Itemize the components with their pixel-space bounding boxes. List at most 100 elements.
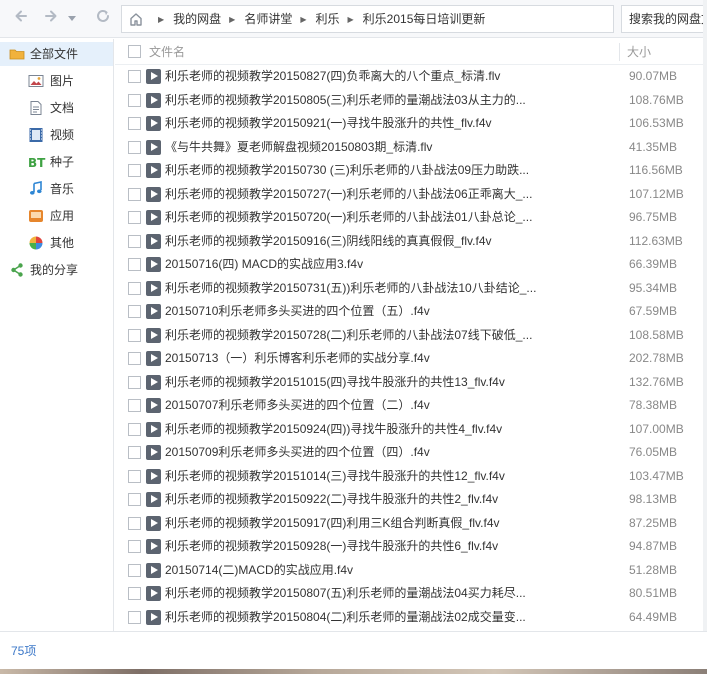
- file-row[interactable]: 利乐老师的视频教学20150731(五))利乐老师的八卦战法10八卦结论_...…: [115, 277, 707, 301]
- file-name[interactable]: 利乐老师的视频教学20150805(三)利乐老师的量潮战法03从主力的...: [165, 89, 545, 112]
- file-row[interactable]: 20150713（一）利乐博客利乐老师的实战分享.f4v 202.78MB: [115, 347, 707, 371]
- file-name[interactable]: 利乐老师的视频教学20150924(四))寻找牛股涨升的共性4_flv.f4v: [165, 418, 545, 441]
- sidebar-item-other[interactable]: 其他: [0, 231, 113, 255]
- sidebar-item-torrents[interactable]: BT 种子: [0, 150, 113, 174]
- row-checkbox[interactable]: [128, 516, 141, 530]
- file-name[interactable]: 20150710利乐老师多头买进的四个位置（五）.f4v: [165, 300, 545, 323]
- file-row[interactable]: 利乐老师的视频教学20150917(四)利用三K组合判断真假_flv.f4v 87…: [115, 512, 707, 536]
- row-checkbox[interactable]: [128, 375, 141, 389]
- sidebar-item-apps[interactable]: 应用: [0, 204, 113, 228]
- row-checkbox[interactable]: [128, 493, 141, 506]
- row-checkbox[interactable]: [128, 446, 141, 459]
- row-checkbox[interactable]: [128, 164, 141, 177]
- file-name[interactable]: 利乐老师的视频教学20150720(一)利乐老师的八卦战法01八卦总论_...: [165, 206, 545, 229]
- file-row[interactable]: 利乐老师的视频教学20150720(一)利乐老师的八卦战法01八卦总论_... 9…: [115, 206, 707, 230]
- file-row[interactable]: 20150707利乐老师多头买进的四个位置（二）.f4v 78.38MB: [115, 394, 707, 418]
- file-row[interactable]: 20150716(四) MACD的实战应用3.f4v 66.39MB: [115, 253, 707, 277]
- file-name[interactable]: 利乐老师的视频教学20150728(二)利乐老师的八卦战法07线下破低_...: [165, 324, 545, 347]
- sidebar-item-images[interactable]: 图片: [0, 69, 113, 93]
- video-file-icon: [146, 257, 161, 272]
- row-checkbox[interactable]: [128, 587, 141, 600]
- row-checkbox[interactable]: [128, 305, 141, 318]
- file-row[interactable]: 利乐老师的视频教学20150921(一)寻找牛股涨升的共性_flv.f4v 106…: [115, 112, 707, 136]
- file-row[interactable]: 利乐老师的视频教学20150728(二)利乐老师的八卦战法07线下破低_... 1…: [115, 324, 707, 348]
- row-checkbox[interactable]: [128, 563, 141, 577]
- vertical-scrollbar[interactable]: [703, 0, 707, 631]
- file-row[interactable]: 利乐老师的视频教学20150928(一)寻找牛股涨升的共性6_flv.f4v 94…: [115, 535, 707, 559]
- row-checkbox[interactable]: [128, 422, 141, 436]
- select-all-checkbox[interactable]: [128, 45, 141, 58]
- row-checkbox[interactable]: [128, 211, 141, 224]
- file-row[interactable]: 20150709利乐老师多头买进的四个位置（四）.f4v 76.05MB: [115, 441, 707, 465]
- file-name[interactable]: 利乐老师的视频教学20150928(一)寻找牛股涨升的共性6_flv.f4v: [165, 535, 545, 558]
- breadcrumb-item[interactable]: 我的网盘: [173, 12, 221, 26]
- sidebar-item-my-share[interactable]: 我的分享: [0, 258, 113, 282]
- file-name[interactable]: 20150716(四) MACD的实战应用3.f4v: [165, 253, 545, 276]
- file-name[interactable]: 利乐老师的视频教学20150917(四)利用三K组合判断真假_flv.f4v: [165, 512, 545, 535]
- breadcrumb-item[interactable]: 利乐: [316, 12, 340, 26]
- file-row[interactable]: 利乐老师的视频教学20150922(二)寻找牛股涨升的共性2_flv.f4v 98…: [115, 488, 707, 512]
- row-checkbox[interactable]: [128, 140, 141, 154]
- file-name[interactable]: 利乐老师的视频教学20151015(四)寻找牛股涨升的共性13_flv.f4v: [165, 371, 545, 394]
- file-row[interactable]: 利乐老师的视频教学20150827(四)负乖离大的八个重点_标清.flv 90.0…: [115, 65, 707, 89]
- file-name[interactable]: 利乐老师的视频教学20150807(五)利乐老师的量潮战法04买力耗尽...: [165, 582, 545, 605]
- file-name[interactable]: 20150709利乐老师多头买进的四个位置（四）.f4v: [165, 441, 545, 464]
- file-name[interactable]: 利乐老师的视频教学20150921(一)寻找牛股涨升的共性_flv.f4v: [165, 112, 545, 135]
- file-row[interactable]: 利乐老师的视频教学20150727(一)利乐老师的八卦战法06正乖离大_... 1…: [115, 183, 707, 207]
- row-checkbox[interactable]: [128, 328, 141, 342]
- file-row[interactable]: 利乐老师的视频教学20150804(二)利乐老师的量潮战法02成交量变... 64…: [115, 606, 707, 630]
- row-checkbox[interactable]: [128, 352, 141, 365]
- file-name[interactable]: 利乐老师的视频教学20150731(五))利乐老师的八卦战法10八卦结论_...: [165, 277, 545, 300]
- row-checkbox[interactable]: [128, 281, 141, 295]
- file-row[interactable]: 20150710利乐老师多头买进的四个位置（五）.f4v 67.59MB: [115, 300, 707, 324]
- home-icon[interactable]: [128, 11, 144, 27]
- file-row[interactable]: 利乐老师的视频教学20151015(四)寻找牛股涨升的共性13_flv.f4v 1…: [115, 371, 707, 395]
- file-name[interactable]: 利乐老师的视频教学20150827(四)负乖离大的八个重点_标清.flv: [165, 65, 545, 88]
- file-row[interactable]: 《与牛共舞》夏老师解盘视频20150803期_标清.flv 41.35MB: [115, 136, 707, 160]
- column-header-size[interactable]: 大小: [627, 39, 651, 65]
- breadcrumb-item-current[interactable]: 利乐2015每日培训更新: [363, 12, 486, 26]
- chevron-down-icon[interactable]: [66, 8, 78, 30]
- file-name[interactable]: 利乐老师的视频教学20151014(三)寻找牛股涨升的共性12_flv.f4v: [165, 465, 545, 488]
- row-checkbox[interactable]: [128, 610, 141, 624]
- row-checkbox[interactable]: [128, 70, 141, 83]
- file-name[interactable]: 利乐老师的视频教学20150916(三)阴线阳线的真真假假_flv.f4v: [165, 230, 545, 253]
- file-name[interactable]: 20150713（一）利乐博客利乐老师的实战分享.f4v: [165, 347, 545, 370]
- file-row[interactable]: 利乐老师的视频教学20150924(四))寻找牛股涨升的共性4_flv.f4v 1…: [115, 418, 707, 442]
- file-name[interactable]: 20150707利乐老师多头买进的四个位置（二）.f4v: [165, 394, 545, 417]
- sidebar-item-documents[interactable]: 文档: [0, 96, 113, 120]
- file-row[interactable]: 利乐老师的视频教学20150807(五)利乐老师的量潮战法04买力耗尽... 80…: [115, 582, 707, 606]
- file-row[interactable]: 20150714(二)MACD的实战应用.f4v 51.28MB: [115, 559, 707, 583]
- arrow-left-icon[interactable]: [10, 8, 32, 30]
- file-row[interactable]: 利乐老师的视频教学20150730 (三)利乐老师的八卦战法09压力助跌... 1…: [115, 159, 707, 183]
- row-checkbox[interactable]: [128, 187, 141, 201]
- row-checkbox[interactable]: [128, 93, 141, 107]
- file-size: 107.12MB: [629, 186, 684, 201]
- sidebar-item-music[interactable]: 音乐: [0, 177, 113, 201]
- file-row[interactable]: 利乐老师的视频教学20150805(三)利乐老师的量潮战法03从主力的... 10…: [115, 89, 707, 113]
- file-name[interactable]: 利乐老师的视频教学20150804(二)利乐老师的量潮战法02成交量变...: [165, 606, 545, 629]
- video-file-icon: [146, 468, 161, 484]
- file-row[interactable]: 利乐老师的视频教学20150916(三)阴线阳线的真真假假_flv.f4v 112…: [115, 230, 707, 254]
- row-checkbox[interactable]: [128, 258, 141, 271]
- row-checkbox[interactable]: [128, 234, 141, 248]
- file-name[interactable]: 利乐老师的视频教学20150922(二)寻找牛股涨升的共性2_flv.f4v: [165, 488, 545, 511]
- sidebar-item-videos[interactable]: 视频: [0, 123, 113, 147]
- column-divider[interactable]: [619, 43, 620, 61]
- row-checkbox[interactable]: [128, 117, 141, 130]
- file-name[interactable]: 《与牛共舞》夏老师解盘视频20150803期_标清.flv: [165, 136, 545, 159]
- refresh-icon[interactable]: [92, 8, 114, 30]
- column-header-name[interactable]: 文件名: [149, 39, 185, 65]
- video-file-icon: [146, 304, 161, 319]
- file-name[interactable]: 利乐老师的视频教学20150727(一)利乐老师的八卦战法06正乖离大_...: [165, 183, 545, 206]
- search-input[interactable]: 搜索我的网盘文: [621, 5, 707, 33]
- row-checkbox[interactable]: [128, 540, 141, 553]
- row-checkbox[interactable]: [128, 469, 141, 483]
- sidebar-item-all-files[interactable]: 全部文件: [0, 42, 113, 66]
- breadcrumb-item[interactable]: 名师讲堂: [244, 12, 292, 26]
- file-name[interactable]: 20150714(二)MACD的实战应用.f4v: [165, 559, 545, 582]
- row-checkbox[interactable]: [128, 399, 141, 412]
- file-row[interactable]: 利乐老师的视频教学20151014(三)寻找牛股涨升的共性12_flv.f4v 1…: [115, 465, 707, 489]
- arrow-right-icon[interactable]: [40, 8, 62, 30]
- file-name[interactable]: 利乐老师的视频教学20150730 (三)利乐老师的八卦战法09压力助跌...: [165, 159, 545, 182]
